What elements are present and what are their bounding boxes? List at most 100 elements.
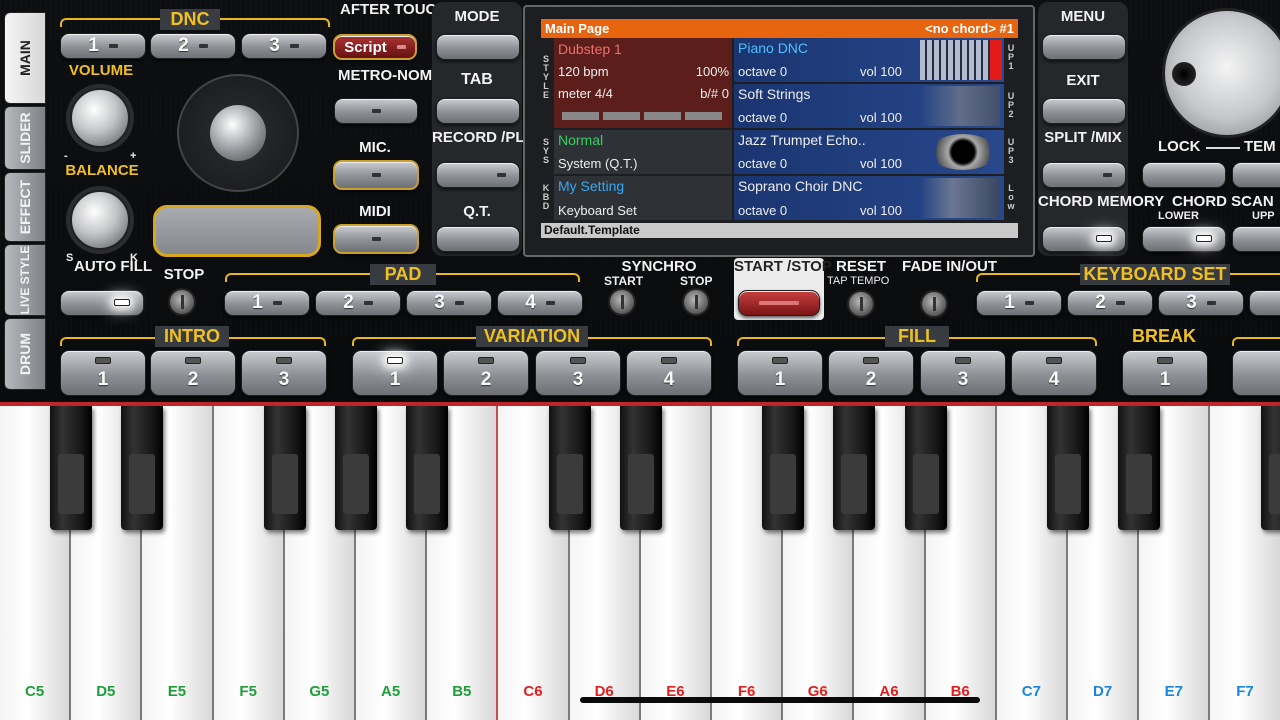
- auto-fill-label: AUTO FILL: [74, 258, 153, 275]
- variation-button-1[interactable]: 1: [352, 350, 438, 396]
- tab-slider[interactable]: SLIDER: [4, 106, 46, 170]
- break-button-1[interactable]: 1: [1122, 350, 1208, 396]
- synchro-start-switch[interactable]: [608, 288, 636, 316]
- black-key[interactable]: [121, 406, 164, 530]
- mode-button[interactable]: [436, 34, 520, 60]
- intro-button-1[interactable]: 1: [60, 350, 146, 396]
- tab-effect-label: EFFECT: [17, 179, 33, 235]
- system-panel[interactable]: Normal System (Q.T.): [554, 130, 732, 174]
- balance-knob[interactable]: [70, 190, 130, 250]
- volume-knob[interactable]: [70, 88, 130, 148]
- intro-button-2[interactable]: 2: [150, 350, 236, 396]
- menu-button[interactable]: [1042, 34, 1126, 60]
- part-up2[interactable]: Soft Strings octave 0 vol 100: [734, 84, 1004, 128]
- kbd-set-button-3[interactable]: 3: [1158, 290, 1244, 316]
- tempo-lock-button[interactable]: [1232, 162, 1280, 188]
- chord-scan-upper-button[interactable]: [1232, 226, 1280, 252]
- qt-button[interactable]: [436, 226, 520, 252]
- part-up1[interactable]: Piano DNC octave 0 vol 100: [734, 38, 1004, 82]
- fill-button-1-label: 1: [774, 369, 786, 390]
- fade-switch[interactable]: [920, 290, 948, 318]
- key-label-d7: D7: [1093, 683, 1113, 700]
- fill-button-4[interactable]: 4: [1011, 350, 1097, 396]
- tab-drum-label: DRUM: [17, 333, 33, 375]
- tab-effect[interactable]: EFFECT: [4, 172, 46, 242]
- black-key[interactable]: [1260, 406, 1280, 530]
- variation-button-2[interactable]: 2: [443, 350, 529, 396]
- intro-button-2-led: [185, 357, 201, 364]
- black-key[interactable]: [406, 406, 449, 530]
- reset-switch[interactable]: [847, 290, 875, 318]
- tab-live-style[interactable]: LIVE STYLE: [4, 244, 46, 316]
- exit-button[interactable]: [1042, 98, 1126, 124]
- auto-fill-button[interactable]: [60, 290, 144, 316]
- dnc-button-3[interactable]: 3: [241, 33, 327, 59]
- fill-button-1[interactable]: 1: [737, 350, 823, 396]
- qt-label: Q.T.: [463, 203, 491, 220]
- fill-button-2[interactable]: 2: [828, 350, 914, 396]
- tab-main[interactable]: MAIN: [4, 12, 46, 104]
- black-key[interactable]: [50, 406, 93, 530]
- script-button[interactable]: Script: [333, 34, 417, 60]
- pad-button-1[interactable]: 1: [224, 290, 310, 316]
- black-key[interactable]: [335, 406, 377, 530]
- black-key[interactable]: [548, 406, 591, 530]
- tab-main-label: MAIN: [17, 40, 33, 76]
- kbd-vert-text: KBD: [542, 183, 550, 211]
- style-beat-bar: [562, 112, 724, 120]
- kbd-set-button-2[interactable]: 2: [1067, 290, 1153, 316]
- black-key[interactable]: [619, 406, 662, 530]
- kbd-set-button-2-label: 2: [1095, 292, 1106, 313]
- style-panel[interactable]: Dubstep 1 120 bpm 100% meter 4/4 b/# 0: [554, 38, 732, 128]
- split-mix-label: SPLIT /MIX: [1044, 129, 1122, 146]
- mic-button[interactable]: [333, 160, 419, 190]
- split-mix-button[interactable]: [1042, 162, 1126, 188]
- after-touch-label: AFTER TOUCH: [340, 1, 448, 18]
- dnc-button-1[interactable]: 1: [60, 33, 146, 59]
- kbd-set-button-4[interactable]: [1249, 290, 1280, 316]
- up1-tag-text: UP1: [1007, 43, 1015, 71]
- tab-button[interactable]: [436, 98, 520, 124]
- pad-button-2[interactable]: 2: [315, 290, 401, 316]
- start-stop-button[interactable]: [738, 290, 820, 316]
- up3-tag-text: UP3: [1007, 137, 1015, 165]
- black-key[interactable]: [904, 406, 947, 530]
- balance-minus: -: [64, 150, 68, 162]
- kbd-set-button-1[interactable]: 1: [976, 290, 1062, 316]
- black-key[interactable]: [1047, 406, 1089, 530]
- variation-button-3[interactable]: 3: [535, 350, 621, 396]
- joystick-handle[interactable]: [210, 105, 266, 161]
- split-point-marker: [496, 406, 498, 720]
- black-key[interactable]: [1118, 406, 1161, 530]
- metronome-button[interactable]: [334, 98, 418, 124]
- dnc-button-3-label: 3: [269, 35, 280, 56]
- pad-button-4[interactable]: 4: [497, 290, 583, 316]
- chord-scan-lower-button[interactable]: [1142, 226, 1226, 252]
- midi-button[interactable]: [333, 224, 419, 254]
- fill-button-3[interactable]: 3: [920, 350, 1006, 396]
- touch-pad[interactable]: [153, 205, 321, 257]
- ending-button-1[interactable]: [1232, 350, 1280, 396]
- break-title: BREAK: [1131, 326, 1196, 346]
- pad-button-3[interactable]: 3: [406, 290, 492, 316]
- tab-drum[interactable]: DRUM: [4, 318, 46, 390]
- intro-button-3[interactable]: 3: [241, 350, 327, 396]
- part-low[interactable]: Soprano Choir DNC octave 0 vol 100: [734, 176, 1004, 220]
- chord-memory-button[interactable]: [1042, 226, 1126, 252]
- synchro-stop-switch[interactable]: [682, 288, 710, 316]
- part-up1-name: Piano DNC: [738, 40, 809, 56]
- keyboard-set-panel[interactable]: My Setting Keyboard Set: [554, 176, 732, 220]
- pad-button-1-label: 1: [252, 292, 263, 313]
- style-vertical-label: STYLE: [541, 55, 551, 100]
- dnc-button-2[interactable]: 2: [150, 33, 236, 59]
- lock-button[interactable]: [1142, 162, 1226, 188]
- black-key[interactable]: [263, 406, 306, 530]
- black-key[interactable]: [762, 406, 805, 530]
- black-key[interactable]: [833, 406, 876, 530]
- dnc-title: DNC: [160, 9, 220, 30]
- mic-label: MIC.: [359, 139, 391, 156]
- variation-button-4[interactable]: 4: [626, 350, 712, 396]
- pad-stop-switch[interactable]: [168, 288, 196, 316]
- record-play-button[interactable]: [436, 162, 520, 188]
- part-up3[interactable]: Jazz Trumpet Echo.. octave 0 vol 100: [734, 130, 1004, 174]
